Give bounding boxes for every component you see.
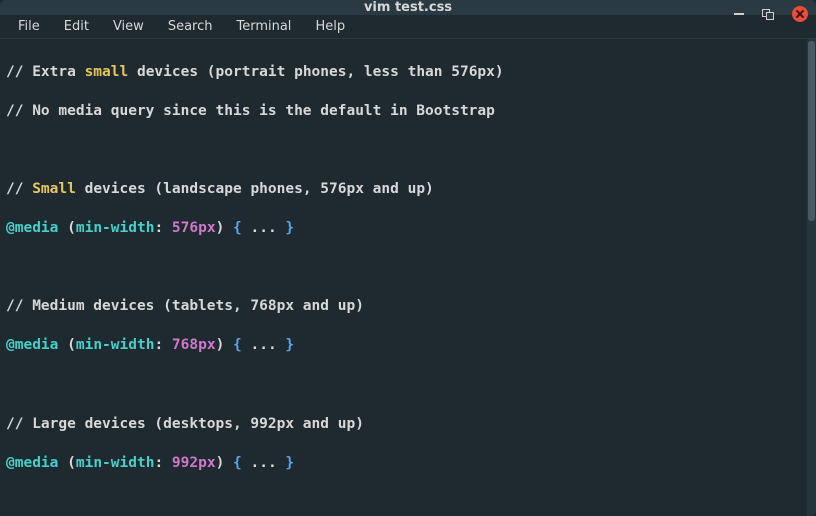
paren: ( — [58, 220, 75, 236]
menu-search[interactable]: Search — [158, 15, 223, 38]
paren: ) — [216, 455, 233, 471]
at-rule: @media — [6, 337, 58, 353]
comment: devices (landscape phones, 576px and up) — [76, 181, 434, 197]
brace: } — [285, 220, 294, 236]
keyword: small — [85, 64, 129, 80]
titlebar: vim test.css — [0, 0, 816, 15]
comment: // No media query since this is the defa… — [6, 103, 495, 119]
at-rule: @media — [6, 220, 58, 236]
property: min-width — [76, 220, 155, 236]
comment: // — [6, 181, 32, 197]
comment: // Extra — [6, 64, 85, 80]
comment: devices (portrait phones, less than 576p… — [128, 64, 503, 80]
comment: // Large devices (desktops, 992px and up… — [6, 416, 364, 432]
at-rule: @media — [6, 455, 58, 471]
menubar: File Edit View Search Terminal Help — [0, 15, 816, 39]
window-title: vim test.css — [364, 0, 452, 15]
terminal-window: vim test.css File Edit View Search Termi… — [0, 0, 816, 516]
value: 992px — [172, 455, 216, 471]
paren: ( — [58, 455, 75, 471]
brace: } — [285, 455, 294, 471]
brace: { — [233, 337, 242, 353]
window-controls — [732, 0, 808, 28]
ellipsis: ... — [242, 455, 286, 471]
close-button[interactable] — [792, 6, 808, 22]
scrollbar[interactable] — [807, 39, 816, 516]
keyword: Small — [32, 181, 76, 197]
colon: : — [154, 455, 171, 471]
maximize-button[interactable] — [762, 7, 776, 21]
brace: } — [285, 337, 294, 353]
colon: : — [154, 337, 171, 353]
property: min-width — [76, 455, 155, 471]
value: 768px — [172, 337, 216, 353]
menu-help[interactable]: Help — [305, 15, 355, 38]
colon: : — [154, 220, 171, 236]
scrollbar-thumb[interactable] — [808, 41, 815, 221]
code-editor[interactable]: // Extra small devices (portrait phones,… — [0, 39, 807, 516]
minimize-button[interactable] — [732, 7, 746, 21]
brace: { — [233, 455, 242, 471]
brace: { — [233, 220, 242, 236]
paren: ( — [58, 337, 75, 353]
comment: // Medium devices (tablets, 768px and up… — [6, 298, 364, 314]
menu-edit[interactable]: Edit — [54, 15, 99, 38]
menu-terminal[interactable]: Terminal — [226, 15, 301, 38]
menu-file[interactable]: File — [8, 15, 50, 38]
ellipsis: ... — [242, 220, 286, 236]
paren: ) — [216, 220, 233, 236]
menu-view[interactable]: View — [103, 15, 154, 38]
ellipsis: ... — [242, 337, 286, 353]
value: 576px — [172, 220, 216, 236]
editor-area: // Extra small devices (portrait phones,… — [0, 39, 816, 516]
property: min-width — [76, 337, 155, 353]
paren: ) — [216, 337, 233, 353]
